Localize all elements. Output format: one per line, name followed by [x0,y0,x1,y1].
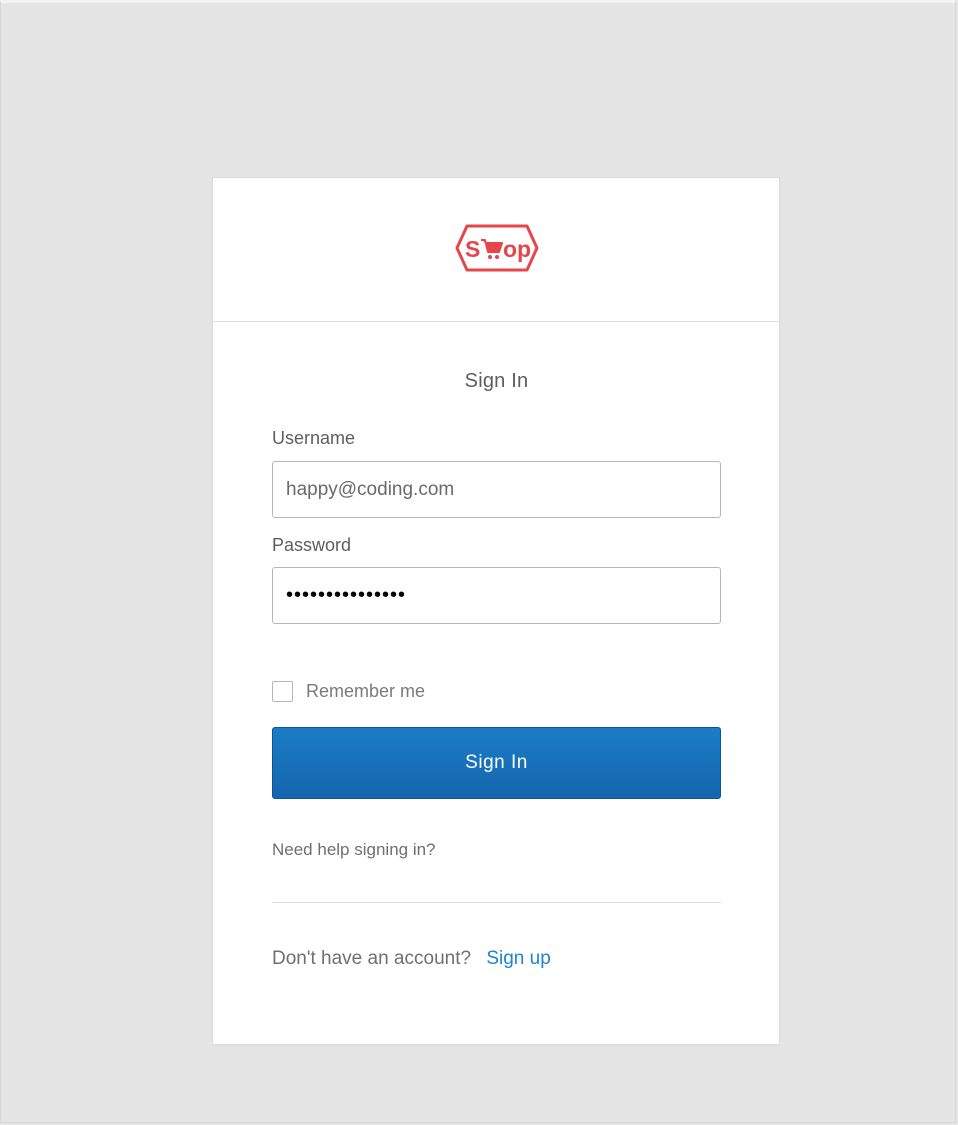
help-link[interactable]: Need help signing in? [272,840,436,860]
logo-letter-s: S [465,236,480,262]
password-input[interactable] [272,567,721,624]
sign-in-button[interactable]: Sign In [272,727,721,799]
logo-letters-op: op [503,236,531,262]
signup-row: Don't have an account? Sign up [272,948,551,970]
remember-me-row[interactable]: Remember me [272,678,425,704]
remember-me-label[interactable]: Remember me [306,681,425,702]
username-label: Username [272,428,356,448]
signup-prompt: Don't have an account? [272,948,472,969]
card-header: S op [213,178,779,322]
login-card: S op Sign In Username Password Remember … [212,177,780,1045]
shop-logo: S op [455,224,539,272]
form-title: Sign In [464,370,529,392]
password-label: Password [272,535,352,555]
remember-me-checkbox[interactable] [272,680,293,702]
divider [272,902,721,903]
username-input[interactable] [272,461,721,518]
shopping-cart-icon [481,239,503,259]
signup-link[interactable]: Sign up [486,948,550,969]
